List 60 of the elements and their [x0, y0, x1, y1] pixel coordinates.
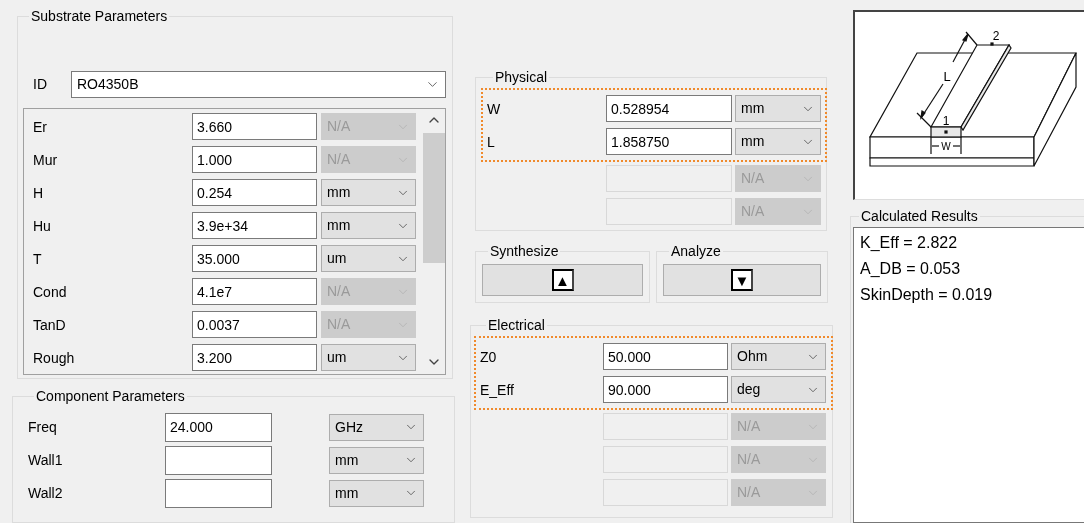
input-field[interactable]: [165, 445, 272, 475]
unit-dropdown[interactable]: Ohm: [731, 343, 826, 370]
parameter-label: Cond: [33, 283, 67, 300]
result-line: K_Eff = 2.822: [860, 233, 959, 253]
unit-dropdown[interactable]: um: [321, 344, 416, 371]
input-field[interactable]: 4.1e7: [192, 278, 317, 305]
group-title: Substrate Parameters: [30, 7, 169, 26]
parameter-label: TanD: [33, 316, 66, 333]
parameter-label: Er: [33, 118, 47, 135]
group-title: Analyze: [670, 242, 722, 261]
unit-dropdown[interactable]: mm: [329, 479, 424, 507]
action-button[interactable]: ▼: [663, 264, 821, 296]
parameter-label: W: [487, 100, 501, 117]
input-field[interactable]: 1.000: [192, 146, 317, 173]
parameter-label: Hu: [33, 217, 51, 234]
group-title: Physical: [494, 68, 549, 87]
parameter-label: L: [487, 133, 495, 150]
input-field[interactable]: 3.200: [192, 344, 317, 371]
unit-dropdown[interactable]: mm: [735, 128, 821, 155]
group-title: Calculated Results: [860, 207, 979, 226]
parameter-label: T: [33, 250, 42, 267]
parameter-label: Z0: [480, 348, 497, 365]
input-field[interactable]: 0.0037: [192, 311, 317, 338]
result-line: SkinDepth = 0.019: [860, 285, 994, 305]
unit-dropdown[interactable]: mm: [735, 95, 821, 122]
scrollbar-thumb[interactable]: [422, 133, 445, 263]
unit-dropdown[interactable]: mm: [329, 446, 424, 474]
unit-dropdown[interactable]: GHz: [329, 413, 424, 441]
parameter-label: Wall1: [28, 452, 63, 469]
result-line: A_DB = 0.053: [860, 259, 962, 279]
group-title: Electrical: [487, 316, 546, 335]
parameter-label: Freq: [28, 419, 57, 436]
input-field[interactable]: 50.000: [603, 343, 728, 370]
group-title: Synthesize: [489, 242, 560, 261]
input-field[interactable]: 90.000: [603, 376, 728, 403]
input-field[interactable]: 24.000: [165, 412, 272, 442]
parameter-label: Mur: [33, 151, 58, 168]
dimension-label: L: [943, 69, 951, 84]
input-field[interactable]: 3.660: [192, 113, 317, 140]
input-field[interactable]: 3.9e+34: [192, 212, 317, 239]
substrate-dropdown[interactable]: RO4350B: [71, 71, 446, 98]
input-field[interactable]: 0.254: [192, 179, 317, 206]
input-field[interactable]: 1.858750: [606, 128, 732, 155]
parameter-label: Rough: [33, 349, 75, 366]
input-field[interactable]: 35.000: [192, 245, 317, 272]
input-field[interactable]: [165, 478, 272, 508]
unit-dropdown[interactable]: mm: [321, 179, 416, 206]
port-label: 2: [992, 29, 1000, 43]
parameter-label: Wall2: [28, 485, 63, 502]
port-label: 1: [942, 114, 950, 128]
group-title: Component Parameters: [35, 386, 186, 406]
unit-dropdown[interactable]: mm: [321, 212, 416, 239]
id-label: ID: [33, 75, 48, 94]
unit-dropdown[interactable]: um: [321, 245, 416, 272]
unit-dropdown[interactable]: deg: [731, 376, 826, 403]
parameter-label: E_Eff: [480, 381, 514, 398]
parameter-label: H: [33, 184, 44, 201]
dimension-label: W: [941, 141, 951, 152]
input-field[interactable]: 0.528954: [606, 95, 732, 122]
action-button[interactable]: ▲: [482, 264, 643, 296]
